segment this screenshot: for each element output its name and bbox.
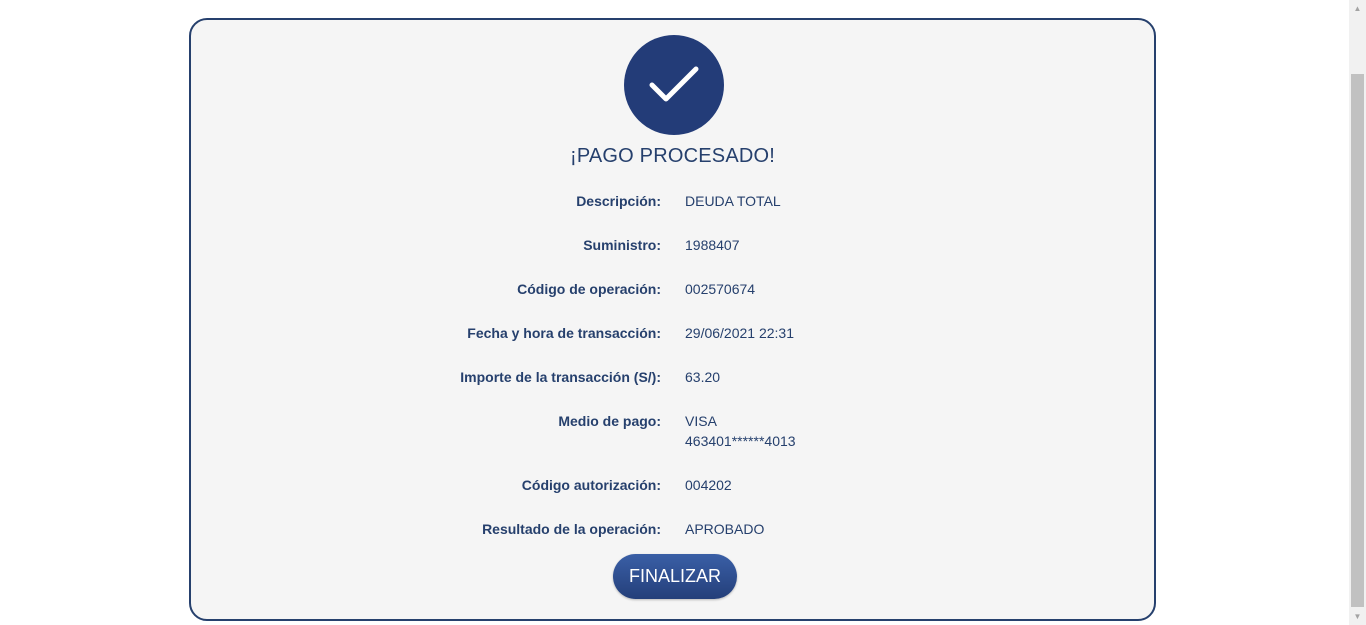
- codigo-operacion-label: Código de operación:: [517, 281, 661, 297]
- medio-pago-label: Medio de pago:: [558, 413, 661, 429]
- detail-row-fecha-hora: Fecha y hora de transacción: 29/06/2021 …: [191, 323, 1154, 363]
- scroll-up-icon[interactable]: ▲: [1349, 0, 1366, 17]
- page-title: ¡PAGO PROCESADO!: [569, 145, 776, 167]
- card-brand: VISA: [685, 413, 717, 429]
- check-icon: [649, 66, 699, 102]
- suministro-value: 1988407: [685, 237, 740, 253]
- detail-row-suministro: Suministro: 1988407: [191, 235, 1154, 275]
- fecha-hora-value: 29/06/2021 22:31: [685, 325, 794, 341]
- codigo-autorizacion-value: 004202: [685, 477, 732, 493]
- descripcion-value: DEUDA TOTAL: [685, 193, 781, 209]
- detail-row-importe: Importe de la transacción (S/): 63.20: [191, 367, 1154, 407]
- page: ¡PAGO PROCESADO! Descripción: DEUDA TOTA…: [0, 0, 1366, 625]
- medio-pago-value: VISA 463401******4013: [685, 411, 796, 451]
- payment-result-card: ¡PAGO PROCESADO! Descripción: DEUDA TOTA…: [189, 18, 1156, 621]
- detail-row-descripcion: Descripción: DEUDA TOTAL: [191, 191, 1154, 231]
- codigo-autorizacion-label: Código autorización:: [521, 477, 661, 493]
- vertical-scrollbar[interactable]: ▲ ▼: [1349, 0, 1366, 625]
- scroll-down-icon[interactable]: ▼: [1349, 608, 1366, 625]
- detail-row-medio-pago: Medio de pago: VISA 463401******4013: [191, 411, 1154, 451]
- resultado-value: APROBADO: [685, 521, 765, 537]
- finalizar-button[interactable]: FINALIZAR: [613, 554, 737, 599]
- descripcion-label: Descripción:: [576, 193, 661, 209]
- suministro-label: Suministro:: [583, 237, 661, 253]
- importe-label: Importe de la transacción (S/):: [460, 369, 661, 385]
- detail-row-codigo-autorizacion: Código autorización: 004202: [191, 475, 1154, 515]
- detail-row-codigo-operacion: Código de operación: 002570674: [191, 279, 1154, 319]
- resultado-label: Resultado de la operación:: [482, 521, 661, 537]
- fecha-hora-label: Fecha y hora de transacción:: [467, 325, 661, 341]
- card-number: 463401******4013: [685, 433, 796, 449]
- scrollbar-thumb[interactable]: [1351, 74, 1364, 607]
- detail-row-resultado: Resultado de la operación: APROBADO: [191, 519, 1154, 559]
- importe-value: 63.20: [685, 369, 721, 385]
- codigo-operacion-value: 002570674: [685, 281, 756, 297]
- success-badge: [624, 35, 724, 135]
